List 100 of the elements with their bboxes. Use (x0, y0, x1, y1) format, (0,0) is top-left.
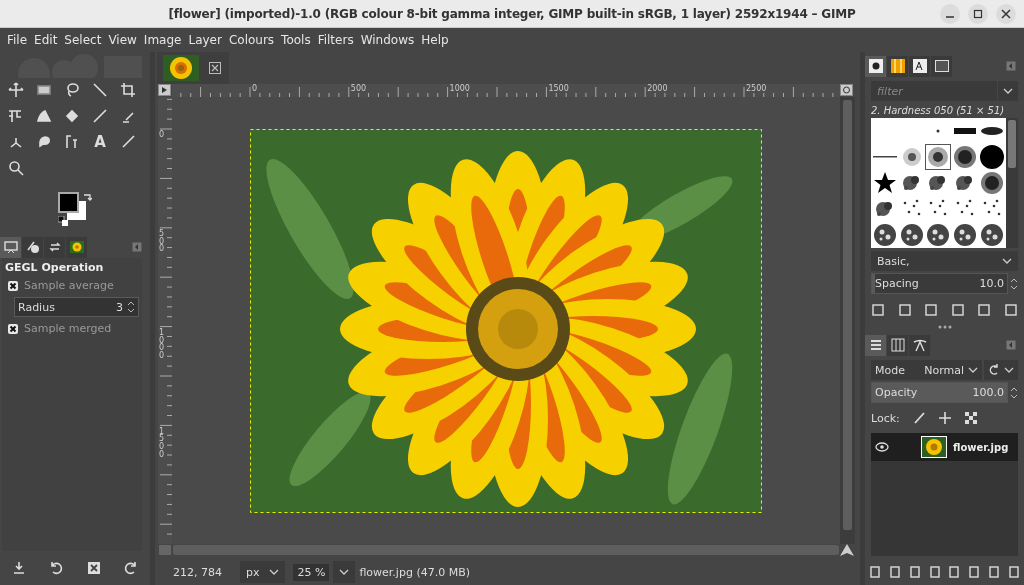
menu-item[interactable]: Image (140, 33, 185, 47)
close-icon[interactable] (1001, 9, 1011, 19)
menu-item[interactable]: View (105, 33, 140, 47)
brush-item[interactable] (978, 222, 1005, 248)
menu-item[interactable]: Colours (225, 33, 278, 47)
menu-item[interactable]: Edit (31, 33, 61, 47)
rectangle-select-icon[interactable] (36, 82, 52, 98)
brush-item[interactable] (872, 222, 899, 248)
lock-position-icon[interactable] (937, 411, 952, 425)
section-heading: GEGL Operation (5, 261, 105, 274)
brush-item[interactable] (898, 222, 925, 248)
pointer-coordinates: 212, 784 (173, 565, 222, 579)
menu-item[interactable]: File (4, 33, 31, 47)
close-icon[interactable] (209, 62, 221, 75)
layers-icon (868, 338, 883, 352)
lock-label: Lock: (871, 411, 900, 425)
font-icon (912, 59, 927, 73)
menu-item[interactable]: Tools (278, 33, 314, 47)
flower-thumbnail (163, 55, 199, 82)
menu-item[interactable]: Layer (185, 33, 225, 47)
dock-tab[interactable] (887, 55, 908, 77)
dock-tab[interactable] (66, 236, 87, 258)
ruler-label: 0 (159, 129, 166, 140)
unit-dropdown[interactable]: px (240, 561, 286, 584)
chevron-down-icon (1004, 367, 1014, 373)
dock-tab[interactable] (0, 236, 21, 258)
mode-dropdown[interactable]: Mode Normal (871, 360, 982, 380)
opacity-slider[interactable]: Opacity 100.0 (871, 382, 1008, 403)
ruler-label: 0 (251, 84, 258, 95)
dock-tab[interactable] (865, 55, 886, 77)
ruler-label: 1500 (159, 425, 166, 459)
swap-colors-icon[interactable] (82, 192, 92, 202)
save-preset-icon[interactable] (11, 561, 26, 575)
chevron-down-icon (1002, 258, 1012, 264)
dock-tab[interactable] (931, 55, 952, 77)
spin-arrows-icon[interactable] (1010, 385, 1018, 400)
menu-item[interactable]: Windows (357, 33, 418, 47)
ruler-label: 1500 (547, 84, 569, 95)
foreground-color-swatch[interactable] (58, 192, 79, 213)
checkbox[interactable] (8, 323, 18, 334)
restore-icon[interactable] (49, 561, 64, 575)
navigate-menu-icon[interactable] (158, 84, 172, 98)
dock-tab[interactable] (865, 334, 886, 356)
zoom-icon[interactable] (840, 84, 854, 98)
maximize-icon[interactable] (973, 9, 983, 19)
dock-tab[interactable] (909, 334, 930, 356)
configure-tab-icon[interactable] (132, 242, 142, 252)
filter-field[interactable]: filter (871, 81, 997, 101)
horizontal-scrollbar[interactable] (173, 545, 839, 556)
ruler-label: 500 (349, 84, 367, 95)
zoom-dropdown[interactable] (333, 561, 356, 584)
dock-tab[interactable] (22, 236, 43, 258)
ruler-label: 1000 (159, 327, 166, 360)
brush-item[interactable] (925, 222, 952, 248)
background-color-swatch[interactable] (67, 201, 86, 220)
layer-name: flower.jpg (953, 441, 1009, 453)
ruler-label: 500 (159, 228, 166, 253)
image-tab[interactable] (157, 52, 229, 85)
slider-value: 10.0 (979, 277, 1004, 290)
reset-arrow-icon (988, 364, 1000, 376)
text-tool-button[interactable]: A (94, 133, 106, 151)
chevron-down-icon (1003, 88, 1013, 94)
menu-item[interactable]: Filters (314, 33, 357, 47)
checkbox-label: Sample merged (24, 322, 112, 335)
configure-tab-icon[interactable] (1006, 340, 1016, 350)
crop-icon[interactable] (120, 82, 136, 98)
brush-item[interactable] (978, 170, 1005, 196)
menu-item[interactable]: Select (61, 33, 105, 47)
channels-icon (890, 338, 905, 352)
zoom-field[interactable]: 25 % (293, 563, 330, 581)
zoom-icon[interactable] (8, 160, 24, 176)
lasso-icon[interactable] (64, 82, 80, 98)
menu-item[interactable]: Help (418, 33, 452, 47)
brush-list-scrollbar[interactable] (1006, 118, 1018, 248)
spin-arrows-icon[interactable] (1010, 276, 1018, 291)
smudge-icon[interactable] (36, 134, 52, 150)
reset-icon[interactable] (124, 561, 139, 575)
brush-item[interactable] (925, 144, 952, 170)
configure-tab-icon[interactable] (1006, 61, 1016, 71)
default-colors-icon[interactable] (58, 216, 68, 226)
lock-pixels-icon[interactable] (911, 411, 926, 425)
brush-preset-dropdown[interactable]: Basic, (871, 251, 1018, 271)
eye-icon[interactable] (875, 442, 889, 452)
brush-item[interactable] (978, 144, 1005, 170)
chevron-down-icon (339, 569, 350, 576)
brush-item[interactable] (952, 144, 979, 170)
bucket-icon[interactable] (64, 108, 80, 124)
resize-handle-icon[interactable] (937, 325, 952, 329)
spacing-slider[interactable]: Spacing 10.0 (871, 273, 1008, 294)
layer-row[interactable]: flower.jpg (871, 433, 1018, 461)
slider-label: Opacity (875, 386, 918, 399)
move-icon[interactable] (8, 82, 24, 98)
lock-alpha-icon[interactable] (963, 411, 978, 425)
brush-item[interactable] (952, 222, 979, 248)
composite-mode-dropdown[interactable] (984, 360, 1018, 380)
vertical-scrollbar[interactable] (840, 97, 855, 545)
spin-arrows-icon[interactable] (127, 300, 135, 314)
monitor-icon (3, 240, 18, 254)
checkbox[interactable] (8, 280, 18, 291)
dock-tab[interactable] (909, 55, 930, 77)
